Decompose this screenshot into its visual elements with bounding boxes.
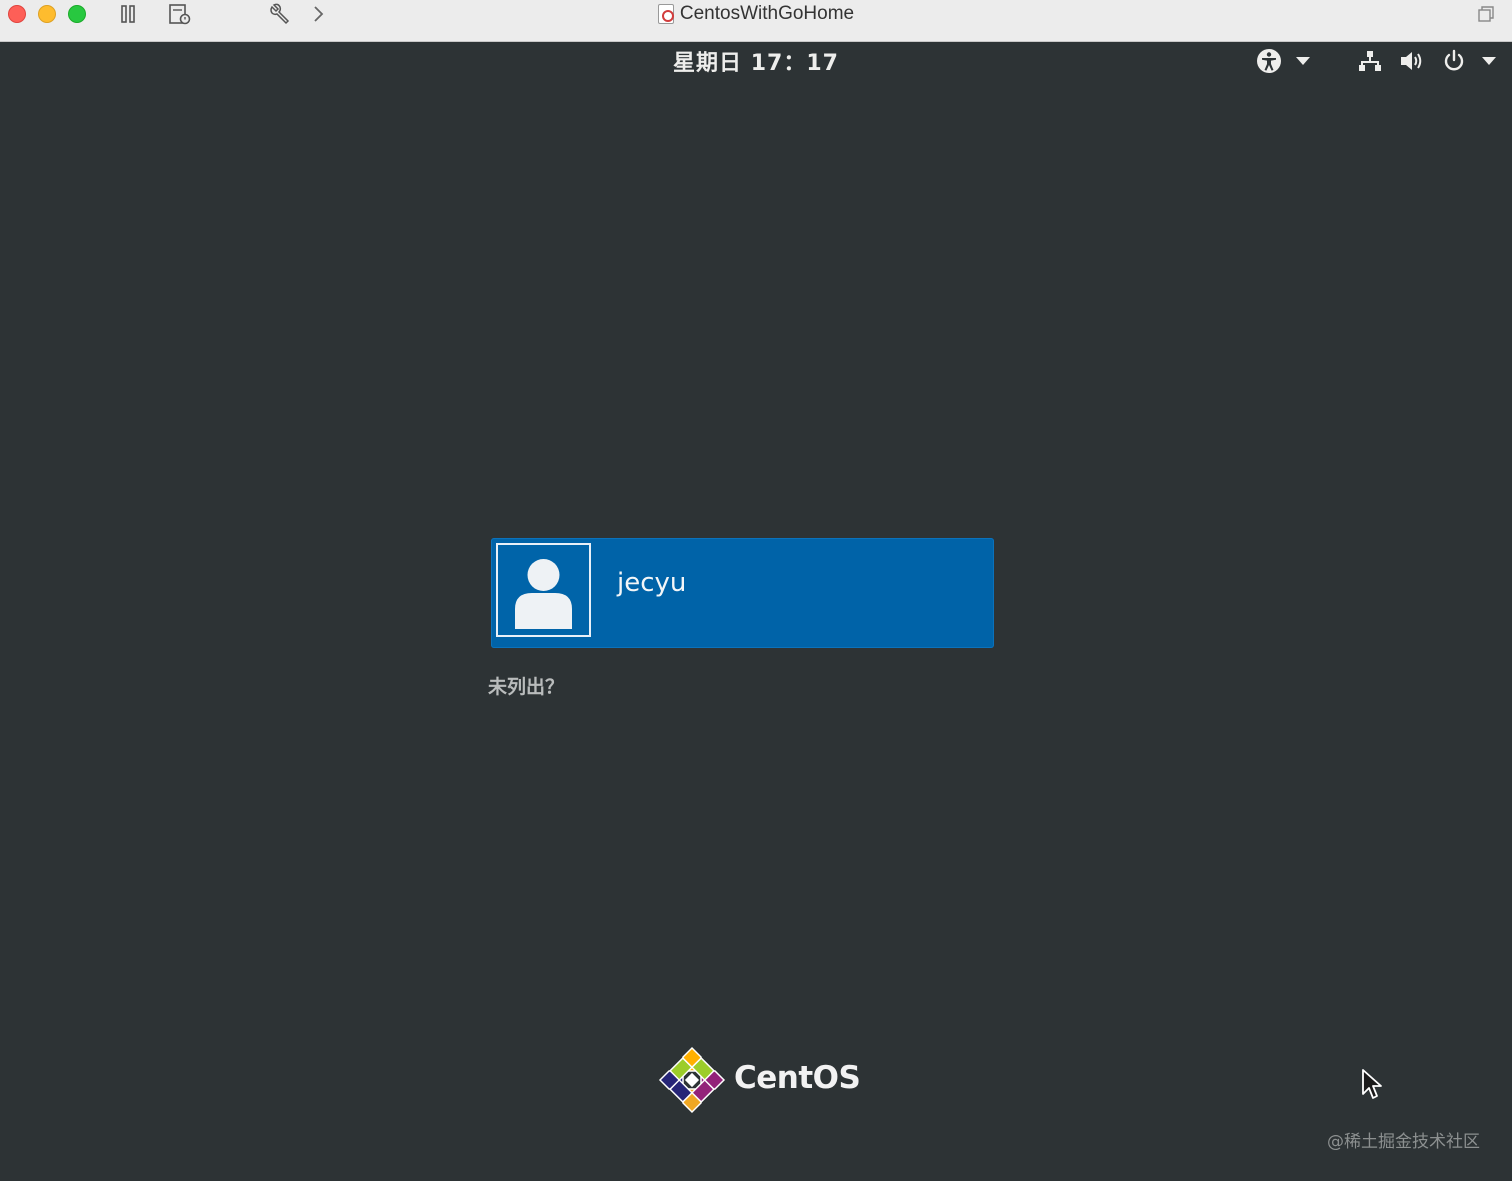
dropdown-arrow-icon[interactable] (1294, 48, 1312, 74)
dropdown-arrow-icon[interactable] (1480, 48, 1498, 74)
not-listed-link[interactable]: 未列出？ (488, 672, 564, 699)
window-restore-icon[interactable] (1474, 2, 1498, 26)
network-icon[interactable] (1356, 48, 1384, 74)
user-name: jecyu (617, 568, 687, 598)
centos-logo: CentOS (658, 1046, 861, 1116)
user-avatar-icon (515, 559, 572, 629)
watermark: @稀土掘金技术社区 (1327, 1132, 1480, 1152)
centos-logo-icon (658, 1046, 726, 1114)
power-icon[interactable] (1440, 48, 1468, 74)
user-list-item[interactable]: jecyu (491, 538, 994, 648)
gnome-top-bar: 星期日 17：17 (0, 42, 1512, 80)
document-icon (657, 4, 674, 24)
accessibility-icon[interactable] (1254, 48, 1284, 74)
window-title: CentosWithGoHome (0, 0, 1512, 28)
vm-window-titlebar: CentosWithGoHome (0, 0, 1512, 42)
centos-logo-text: CentOS (734, 1060, 861, 1096)
window-title-text: CentosWithGoHome (679, 3, 855, 24)
clock[interactable]: 星期日 17：17 (0, 42, 1512, 80)
mouse-cursor-icon (1360, 1068, 1384, 1106)
avatar (496, 543, 591, 637)
volume-icon[interactable] (1398, 48, 1426, 74)
